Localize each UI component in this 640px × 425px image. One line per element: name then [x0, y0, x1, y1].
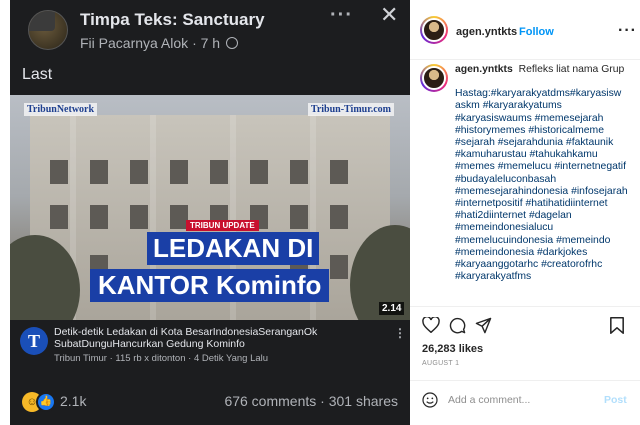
- post-time: 7 h: [200, 35, 221, 51]
- caption-first-line: agen.yntkts Refleks liat nama Grup: [455, 64, 637, 76]
- instagram-post-view: Timpa Teks: Sanctuary Fii Pacarnya Alok …: [0, 0, 640, 425]
- header-dot: ·: [511, 25, 515, 36]
- video-duration: 2.14: [379, 302, 405, 315]
- share-icon[interactable]: [475, 317, 492, 334]
- channel-avatar: T: [20, 327, 48, 355]
- comment-box: Add a comment... Post: [410, 380, 640, 425]
- author-avatar[interactable]: [420, 16, 448, 44]
- engagement-stats: 676 comments · 301 shares: [224, 393, 398, 409]
- view-count: 115 rb x ditonton: [115, 353, 186, 364]
- action-bar: [410, 306, 640, 342]
- reaction-count: 2.1k: [60, 393, 87, 409]
- caption-hashtags: Hastag:#karyarakyatdms#karyasisw askm #k…: [455, 88, 628, 283]
- tribun-update-tag: TRIBUN UPDATE: [186, 220, 259, 231]
- share-count: 301 shares: [328, 393, 398, 409]
- caption-author-avatar[interactable]: [420, 64, 448, 92]
- more-options-icon: ···: [330, 4, 353, 26]
- tribun-network-logo: TribunNetwork: [24, 103, 98, 116]
- post-date: AUGUST 1: [422, 360, 460, 367]
- close-icon: ✕: [380, 2, 399, 27]
- author-username[interactable]: agen.yntkts: [456, 26, 517, 38]
- video-more-icon: ⋮: [394, 326, 406, 340]
- comment-input[interactable]: Add a comment...: [448, 394, 530, 406]
- headline-line-1: LEDAKAN DI: [147, 232, 320, 265]
- follow-button[interactable]: Follow: [519, 26, 554, 38]
- post-image: Timpa Teks: Sanctuary Fii Pacarnya Alok …: [10, 0, 410, 425]
- heart-icon[interactable]: [422, 317, 440, 333]
- author-name: Fii Pacarnya Alok: [80, 35, 189, 51]
- fb-post-header: Timpa Teks: Sanctuary Fii Pacarnya Alok …: [10, 0, 410, 62]
- video-thumbnail: TribunNetwork Tribun-Timur.com TRIBUN UP…: [10, 95, 410, 320]
- post-comment-button[interactable]: Post: [604, 394, 627, 406]
- channel-name: Tribun Timur: [54, 353, 107, 364]
- globe-icon: [225, 37, 238, 49]
- comment-icon[interactable]: [449, 317, 466, 334]
- more-options-icon[interactable]: ···: [618, 22, 637, 40]
- reaction-icons: ☺ 👍: [22, 392, 56, 412]
- video-meta: Tribun Timur · 115 rb x ditonton · 4 Det…: [54, 353, 269, 364]
- post-header: agen.yntkts · Follow ···: [410, 0, 640, 60]
- tribun-timur-logo: Tribun-Timur.com: [307, 103, 394, 116]
- meta-separator: ·: [192, 35, 197, 51]
- headline-line-2: KANTOR Kominfo: [90, 269, 330, 302]
- comment-count: 676 comments: [224, 393, 317, 409]
- post-caption: agen.yntkts Refleks liat nama Grup Hasta…: [455, 64, 637, 283]
- post-meta: Fii Pacarnya Alok · 7 h: [80, 35, 238, 51]
- group-name: Timpa Teks: Sanctuary: [80, 10, 265, 29]
- bookmark-icon[interactable]: [610, 317, 624, 334]
- like-reaction-icon: 👍: [36, 392, 56, 412]
- video-info: T Detik-detik Ledakan di Kota BesarIndon…: [10, 322, 410, 380]
- fb-reactions-bar: ☺ 👍 2.1k 676 comments · 301 shares: [10, 385, 410, 419]
- emoji-icon[interactable]: [422, 392, 438, 408]
- group-avatar: [28, 10, 68, 50]
- like-count[interactable]: 26,283 likes: [422, 343, 483, 355]
- caption-text: Refleks liat nama Grup: [518, 64, 625, 75]
- fb-caption: Last: [22, 66, 53, 83]
- video-age: 4 Detik Yang Lalu: [193, 353, 269, 364]
- video-title: Detik-detik Ledakan di Kota BesarIndones…: [54, 326, 318, 350]
- stats-separator: ·: [320, 393, 325, 409]
- group-avatar-art: [29, 11, 55, 31]
- post-side-panel: agen.yntkts · Follow ··· agen.yntkts Ref…: [410, 0, 640, 425]
- caption-username[interactable]: agen.yntkts: [455, 64, 513, 75]
